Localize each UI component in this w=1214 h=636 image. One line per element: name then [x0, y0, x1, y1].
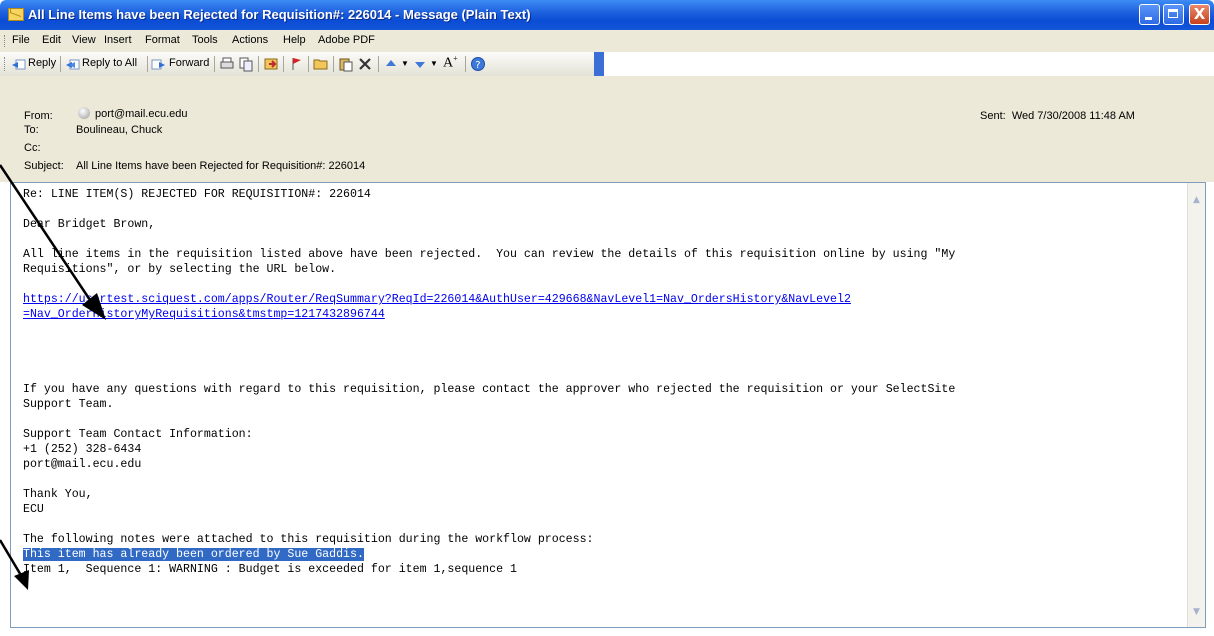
message-header: From: port@mail.ecu.edu To: Boulineau, C…	[0, 76, 1214, 182]
menu-actions[interactable]: Actions	[232, 34, 268, 46]
message-text: Re: LINE ITEM(S) REJECTED FOR REQUISITIO…	[23, 187, 1183, 577]
requisition-link-continued[interactable]: =Nav_OrderHistoryMyRequisitions&tmstmp=1…	[23, 307, 1183, 322]
standard-toolbar: Reply Reply to All Forward ▼ ▼ A+ ?	[0, 52, 601, 76]
previous-item-icon[interactable]	[383, 56, 399, 72]
toolbar-separator	[258, 56, 259, 72]
menu-file[interactable]: File	[12, 34, 30, 46]
forward-icon	[151, 59, 165, 70]
toolbar-overflow-button[interactable]	[594, 52, 604, 76]
from-value[interactable]: port@mail.ecu.edu	[95, 108, 188, 120]
close-icon: X	[1193, 5, 1206, 23]
toolbar-separator	[283, 56, 284, 72]
greeting: Dear Bridget Brown,	[23, 218, 156, 231]
notes-intro: The following notes were attached to thi…	[23, 533, 594, 546]
toolbar-separator	[147, 56, 148, 72]
subject-label: Subject:	[24, 160, 64, 172]
copy-icon[interactable]	[238, 56, 254, 72]
scroll-up-icon[interactable]: ▲	[1189, 193, 1204, 208]
paragraph-line: Support Team.	[23, 398, 114, 411]
title-bar[interactable]: All Line Items have been Rejected for Re…	[0, 0, 1214, 30]
to-value[interactable]: Boulineau, Chuck	[76, 124, 162, 136]
reply-button[interactable]: Reply	[28, 57, 56, 69]
scroll-down-icon[interactable]: ▼	[1189, 605, 1204, 620]
support-heading: Support Team Contact Information:	[23, 428, 253, 441]
menu-view[interactable]: View	[72, 34, 96, 46]
svg-text:?: ?	[475, 60, 480, 71]
paste-icon[interactable]	[338, 56, 354, 72]
toolbar-separator	[465, 56, 466, 72]
help-icon[interactable]: ?	[470, 56, 486, 72]
font-size-icon[interactable]: A+	[443, 54, 458, 72]
reply-icon	[12, 59, 26, 70]
minimize-button[interactable]	[1139, 4, 1160, 25]
sent-info: Sent: Wed 7/30/2008 11:48 AM	[980, 110, 1135, 122]
toolbar-separator	[308, 56, 309, 72]
subject-value: All Line Items have been Rejected for Re…	[76, 160, 366, 172]
selected-note[interactable]: This item has already been ordered by Su…	[23, 548, 364, 561]
from-label: From:	[24, 110, 53, 122]
to-label: To:	[24, 124, 39, 136]
next-item-icon[interactable]	[412, 56, 428, 72]
close-button[interactable]: X	[1189, 4, 1210, 25]
sent-value: Wed 7/30/2008 11:48 AM	[1011, 110, 1135, 122]
open-folder-icon[interactable]	[313, 56, 329, 72]
print-icon[interactable]	[219, 56, 235, 72]
support-phone: +1 (252) 328-6434	[23, 443, 142, 456]
message-window: All Line Items have been Rejected for Re…	[0, 0, 1214, 636]
paragraph-line: If you have any questions with regard to…	[23, 383, 956, 396]
reply-all-button[interactable]: Reply to All	[82, 57, 137, 69]
menu-insert[interactable]: Insert	[104, 34, 132, 46]
paragraph-line: Requisitions", or by selecting the URL b…	[23, 263, 337, 276]
thanks-line: Thank You,	[23, 488, 93, 501]
menu-grip-handle[interactable]	[4, 35, 7, 47]
toolbar-separator	[214, 56, 215, 72]
paragraph-line: All line items in the requisition listed…	[23, 248, 956, 261]
envelope-icon	[8, 8, 24, 21]
warning-note: Item 1, Sequence 1: WARNING : Budget is …	[23, 563, 517, 576]
toolbar-separator	[60, 56, 61, 72]
window-title: All Line Items have been Rejected for Re…	[28, 7, 531, 22]
support-email: port@mail.ecu.edu	[23, 458, 142, 471]
sender-status-icon	[78, 107, 90, 119]
message-body[interactable]: Re: LINE ITEM(S) REJECTED FOR REQUISITIO…	[10, 182, 1206, 628]
previous-dropdown-icon[interactable]: ▼	[401, 59, 409, 68]
menu-bar: File Edit View Insert Format Tools Actio…	[0, 30, 1214, 52]
next-dropdown-icon[interactable]: ▼	[430, 59, 438, 68]
menu-adobe-pdf[interactable]: Adobe PDF	[318, 34, 375, 46]
maximize-button[interactable]	[1163, 4, 1184, 25]
toolbar-separator	[333, 56, 334, 72]
delete-icon[interactable]	[357, 56, 373, 72]
menu-format[interactable]: Format	[145, 34, 180, 46]
toolbar-grip-handle[interactable]	[4, 57, 7, 71]
sent-label: Sent:	[980, 110, 1006, 122]
reply-all-icon	[66, 59, 80, 70]
toolbar-separator	[378, 56, 379, 72]
menu-help[interactable]: Help	[283, 34, 306, 46]
vertical-scrollbar[interactable]: ▲ ▼	[1187, 183, 1205, 627]
flag-icon[interactable]	[288, 56, 304, 72]
requisition-link[interactable]: https://usertest.sciquest.com/apps/Route…	[23, 292, 1183, 307]
reply-subject-line: Re: LINE ITEM(S) REJECTED FOR REQUISITIO…	[23, 188, 371, 201]
cc-label: Cc:	[24, 142, 41, 154]
forward-button[interactable]: Forward	[169, 57, 209, 69]
menu-edit[interactable]: Edit	[42, 34, 61, 46]
signature: ECU	[23, 503, 44, 516]
menu-tools[interactable]: Tools	[192, 34, 218, 46]
move-to-folder-icon[interactable]	[263, 56, 279, 72]
